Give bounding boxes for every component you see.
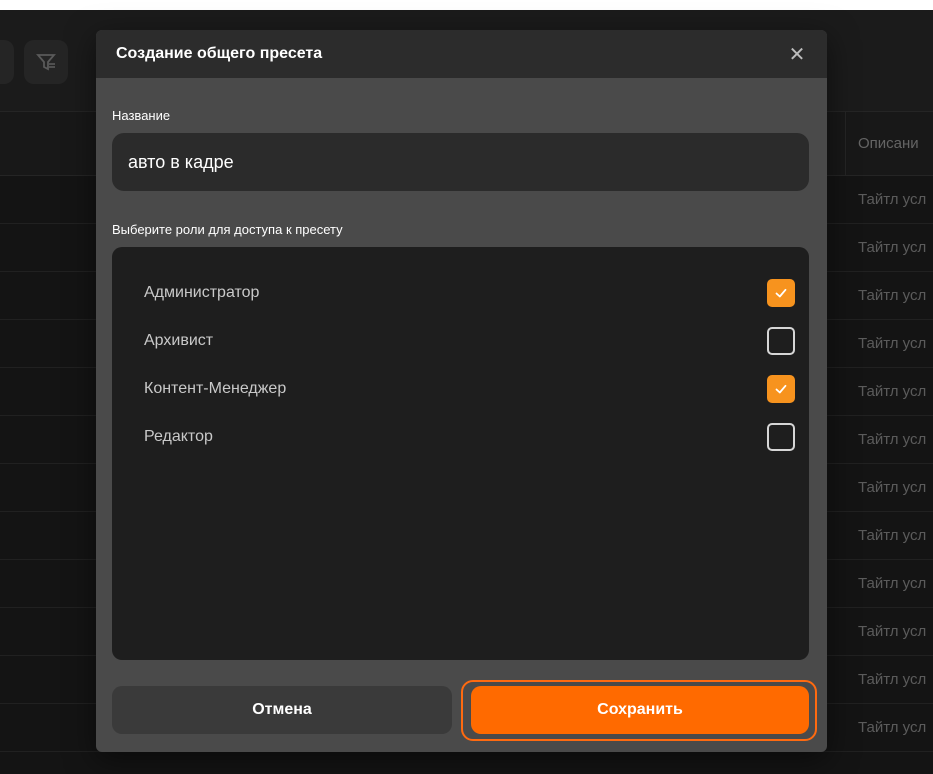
role-checkbox-checked[interactable]: [767, 279, 795, 307]
role-label: Редактор: [144, 428, 213, 445]
role-checkbox-checked[interactable]: [767, 375, 795, 403]
create-preset-dialog: Создание общего пресета ✕ Название Выбер…: [96, 30, 827, 752]
role-checkbox[interactable]: [767, 423, 795, 451]
checkmark-icon: [775, 288, 787, 298]
role-item[interactable]: Контент-Менеджер: [112, 365, 809, 413]
role-checkbox[interactable]: [767, 327, 795, 355]
dialog-header: Создание общего пресета ✕: [96, 30, 827, 78]
role-item[interactable]: Архивист: [112, 317, 809, 365]
role-item[interactable]: Администратор: [112, 269, 809, 317]
checkmark-icon: [775, 384, 787, 394]
preset-name-input[interactable]: [112, 133, 809, 191]
name-label: Название: [112, 108, 171, 123]
role-label: Администратор: [144, 284, 260, 301]
cancel-button[interactable]: Отмена: [112, 686, 452, 734]
role-label: Контент-Менеджер: [144, 380, 287, 397]
dialog-title: Создание общего пресета: [116, 45, 323, 62]
roles-list: Администратор Архивист Контент-Менеджер Ред…: [112, 247, 809, 660]
role-label: Архивист: [144, 332, 214, 349]
roles-label: Выберите роли для доступа к пресету: [112, 222, 343, 237]
save-button[interactable]: Сохранить: [471, 686, 809, 734]
close-icon[interactable]: ✕: [787, 44, 807, 66]
role-item[interactable]: Редактор: [112, 413, 809, 461]
